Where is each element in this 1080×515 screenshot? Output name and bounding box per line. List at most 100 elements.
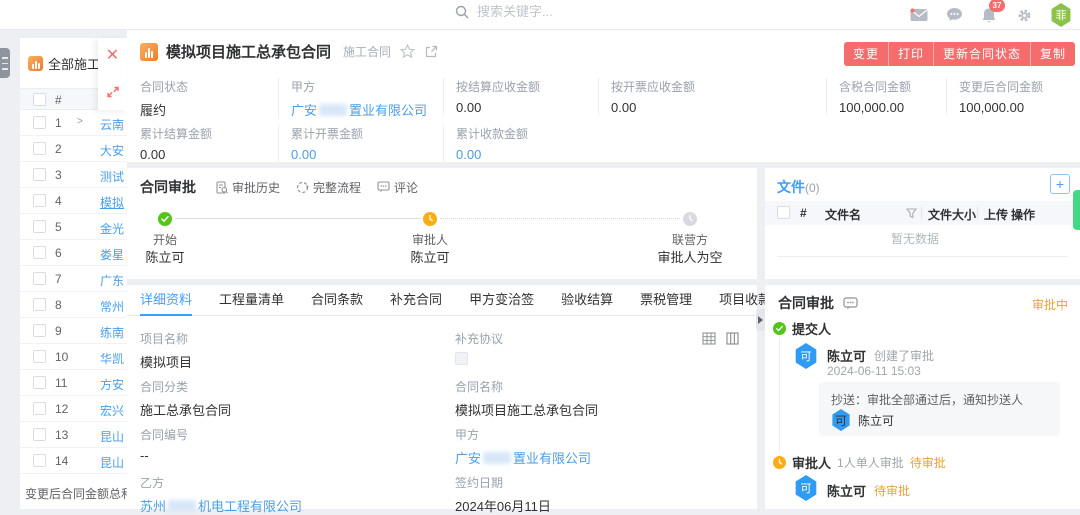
row-checkbox[interactable] [33,324,46,337]
tab-supplement[interactable]: 补充合同 [390,285,442,316]
table-row[interactable]: 12宏兴 [20,396,127,422]
party-a-link[interactable]: 广安置业有限公司 [291,103,427,118]
contract-link[interactable]: 云南 [100,116,124,133]
tab-terms[interactable]: 合同条款 [311,285,363,316]
submit-timestamp: 2024-06-11 15:03 [827,364,921,378]
user-avatar[interactable]: 菲 [1050,3,1072,27]
row-checkbox[interactable] [33,194,46,207]
search-input[interactable] [477,4,627,19]
row-checkbox[interactable] [33,220,46,233]
supplement-checkbox[interactable] [455,352,468,365]
list-summary-footer: 变更后合同金额总和: [25,485,127,502]
comment-icon [377,181,390,193]
tab-party-a-change[interactable]: 甲方变洽签 [469,285,534,316]
panel-collapse-handle[interactable] [756,309,765,331]
change-button[interactable]: 变更 [844,42,888,66]
total-invoiced-link[interactable]: 0.00 [291,147,428,162]
total-received-link[interactable]: 0.00 [456,147,593,162]
field-contract-code: 合同编号 -- [140,426,188,463]
select-all-checkbox[interactable] [33,93,46,106]
print-button[interactable]: 打印 [888,42,933,66]
row-checkbox[interactable] [33,246,46,259]
grid-view-icon[interactable] [702,332,716,345]
field-total-invoiced: 累计开票金额 0.00 [278,125,428,162]
full-flow-button[interactable]: 完整流程 [296,179,361,196]
field-project-name: 项目名称 模拟项目 [140,330,192,371]
field-contract-status: 合同状态 履约 [140,78,290,119]
redacted-text [483,452,511,464]
party-a-link[interactable]: 广安置业有限公司 [455,451,591,466]
open-external-icon[interactable] [423,44,439,60]
contract-link[interactable]: 大安 [100,142,124,159]
contract-link[interactable]: 测试 [100,168,124,185]
table-row[interactable]: 1>云南 [20,110,127,136]
row-checkbox[interactable] [33,272,46,285]
global-search[interactable] [455,4,627,19]
add-file-button[interactable]: + [1050,174,1070,194]
update-status-button[interactable]: 更新合同状态 [933,42,1030,66]
notifications-bell-icon[interactable]: 37 [980,6,998,24]
step-waiting-icon [683,212,697,226]
field-contract-amount: 含税合同金额 100,000.00 [826,78,931,115]
list-rows: 1>云南 2大安 3测试 4模拟 5金光 6娄星 7广东 8常州 9练南 10华… [20,110,127,474]
favorite-star-icon[interactable] [399,44,415,60]
contract-link[interactable]: 方安 [100,376,124,393]
party-b-link[interactable]: 苏州机电工程有限公司 [140,499,302,514]
tab-boq[interactable]: 工程量清单 [219,285,284,316]
row-checkbox[interactable] [33,298,46,311]
tab-detail-info[interactable]: 详细资料 [140,285,192,316]
contract-link[interactable]: 华凯 [100,350,124,367]
table-row[interactable]: 8常州 [20,292,127,318]
tab-tax[interactable]: 票税管理 [640,285,692,316]
table-row[interactable]: 13昆山 [20,422,127,448]
tab-acceptance[interactable]: 验收结算 [561,285,613,316]
redacted-text [168,500,196,512]
topbar: 37 菲 [0,0,1080,30]
edge-widget-tab[interactable] [1073,190,1080,230]
contract-link-active[interactable]: 模拟 [100,194,124,211]
contract-link[interactable]: 常州 [100,298,124,315]
filter-funnel-icon[interactable] [906,208,917,219]
comment-button[interactable]: 评论 [377,179,418,196]
mail-icon[interactable] [910,6,928,24]
table-row[interactable]: 10华凯 [20,344,127,370]
row-checkbox[interactable] [33,142,46,155]
table-row[interactable]: 11方安 [20,370,127,396]
row-checkbox[interactable] [33,428,46,441]
row-checkbox[interactable] [33,116,46,129]
contract-link[interactable]: 广东 [100,272,124,289]
contract-link[interactable]: 昆山 [100,428,124,445]
columns-view-icon[interactable] [726,332,739,345]
expand-icon[interactable] [98,74,127,110]
files-select-all-checkbox[interactable] [777,206,790,219]
table-row[interactable]: 4模拟 [20,188,127,214]
row-checkbox[interactable] [33,376,46,389]
row-checkbox[interactable] [33,402,46,415]
table-row[interactable]: 14昆山 [20,448,127,474]
approval-timeline-panel: 合同审批 审批中 提交人 可 陈立可 创建了审批 2024-06-11 15:0… [765,285,1080,509]
field-supplement-flag: 补充协议 [455,330,503,370]
contract-link[interactable]: 练南 [100,324,124,341]
settings-gear-icon[interactable] [1015,6,1033,24]
topbar-icons: 37 菲 [910,0,1072,30]
chat-icon[interactable] [945,6,963,24]
comment-icon[interactable] [843,297,858,310]
row-checkbox[interactable] [33,454,46,467]
approval-history-button[interactable]: 审批历史 [216,179,280,196]
row-checkbox[interactable] [33,168,46,181]
table-row[interactable]: 2大安 [20,136,127,162]
copy-button[interactable]: 复制 [1030,42,1075,66]
table-row[interactable]: 3测试 [20,162,127,188]
expand-arrow-icon[interactable]: > [77,116,83,127]
project-link[interactable]: 模拟项目 [140,352,192,371]
contract-link[interactable]: 昆山 [100,454,124,471]
sidebar-collapse-handle[interactable] [0,48,10,78]
row-checkbox[interactable] [33,350,46,363]
contract-link[interactable]: 宏兴 [100,402,124,419]
contract-doc-icon [140,43,158,61]
table-row[interactable]: 9练南 [20,318,127,344]
cc-note-box: 抄送：审批全部通过后，通知抄送人 可 陈立可 [819,382,1060,436]
close-icon[interactable]: ✕ [98,38,127,74]
files-empty-text: 暂无数据 [765,230,1065,247]
table-row[interactable]: 7广东 [20,266,127,292]
